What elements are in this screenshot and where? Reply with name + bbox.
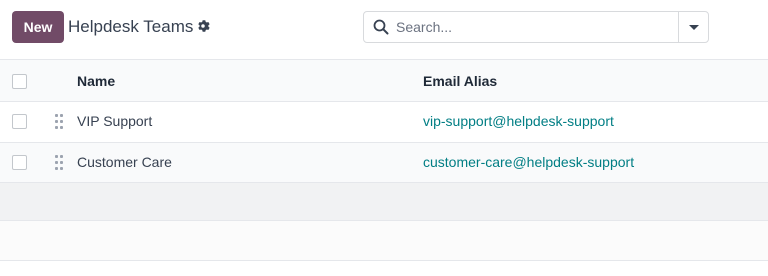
gear-icon[interactable]	[196, 19, 210, 33]
control-panel: New Helpdesk Teams	[0, 0, 768, 58]
table-row[interactable]: Customer Care customer-care@helpdesk-sup…	[0, 143, 768, 183]
search-icon	[373, 19, 389, 35]
drag-handle-icon[interactable]	[55, 114, 65, 129]
page-title: Helpdesk Teams	[68, 17, 194, 36]
table-header: Name Email Alias	[0, 59, 768, 102]
search-bar	[363, 11, 709, 43]
drag-handle-icon[interactable]	[55, 155, 65, 170]
row-checkbox[interactable]	[12, 114, 27, 129]
row-checkbox[interactable]	[12, 155, 27, 170]
empty-row	[0, 221, 768, 261]
search-options-toggle[interactable]	[678, 12, 708, 42]
column-header-name[interactable]: Name	[77, 73, 115, 89]
table-row[interactable]: VIP Support vip-support@helpdesk-support	[0, 102, 768, 143]
cell-email-alias[interactable]: customer-care@helpdesk-support	[423, 154, 634, 170]
table-footer	[0, 183, 768, 221]
cell-email-alias[interactable]: vip-support@helpdesk-support	[423, 113, 614, 129]
cell-name: Customer Care	[77, 154, 172, 170]
column-header-email-alias[interactable]: Email Alias	[423, 73, 497, 89]
select-all-checkbox[interactable]	[12, 74, 27, 89]
cell-name: VIP Support	[77, 113, 153, 129]
caret-down-icon	[688, 24, 699, 30]
search-input[interactable]	[396, 13, 676, 41]
new-button[interactable]: New	[12, 11, 64, 43]
